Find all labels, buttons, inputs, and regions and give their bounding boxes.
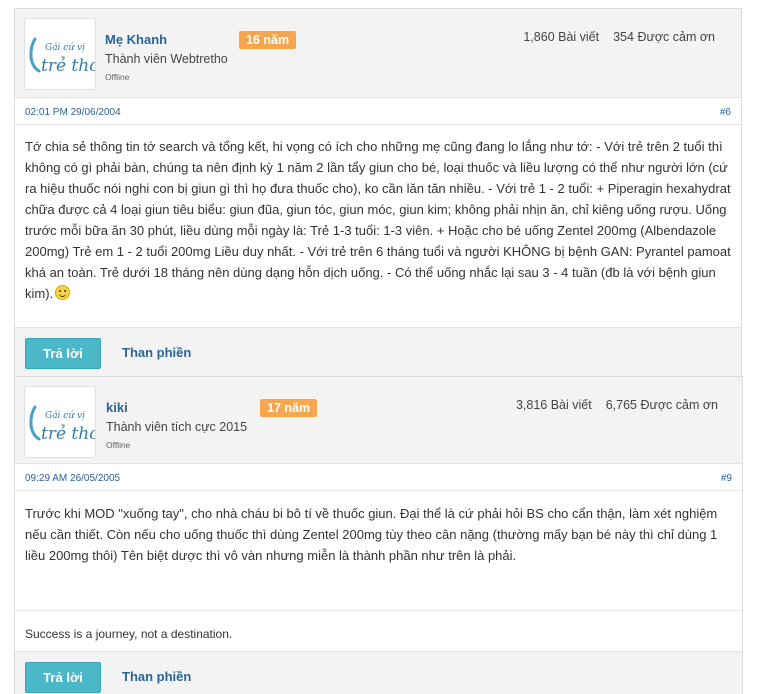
post-header: Gái cứ vị trẻ thơ Mẹ Khanh 16 năm Thành … (15, 9, 741, 98)
avatar[interactable]: Gái cứ vị trẻ thơ (24, 386, 96, 458)
post-text: Trước khi MOD "xuống tay", cho nhà cháu … (25, 506, 718, 563)
user-rank: Thành viên tích cực 2015 (106, 420, 248, 434)
username[interactable]: kiki (106, 400, 128, 415)
post-content: Tớ chia sẻ thông tin tớ search và tổng k… (25, 136, 731, 304)
reply-button[interactable]: Trả lời (25, 338, 101, 369)
webtretho-logo-icon: Gái cứ vị trẻ thơ (29, 405, 96, 444)
online-status: Offline (106, 440, 131, 450)
post-footer: Trả lời Than phiền (15, 651, 742, 694)
post-meta-bar: 02:01 PM 29/06/2004 #6 (15, 99, 741, 125)
reply-button[interactable]: Trả lời (25, 662, 101, 693)
online-status: Offline (105, 72, 130, 82)
report-button[interactable]: Than phiền (122, 669, 191, 684)
post-number-link[interactable]: #6 (720, 107, 731, 118)
svg-text:trẻ thơ: trẻ thơ (41, 424, 96, 444)
post-header: Gái cứ vị trẻ thơ kiki 17 năm Thành viên… (15, 377, 742, 464)
user-signature: Success is a journey, not a destination. (25, 627, 233, 641)
webtretho-logo-icon: Gái cứ vị trẻ thơ (29, 37, 96, 76)
thanks-count: 354 Được cảm ơn (613, 30, 715, 44)
post-count: 1,860 Bài viết (523, 30, 600, 44)
post-number-link[interactable]: #9 (721, 473, 732, 484)
svg-text:Gái cứ vị: Gái cứ vị (45, 42, 85, 53)
svg-text:Gái cứ vị: Gái cứ vị (45, 410, 85, 421)
user-stats: 1,860 Bài viết 354 Được cảm ơn (523, 30, 715, 44)
post-6: Gái cứ vị trẻ thơ Mẹ Khanh 16 năm Thành … (14, 8, 742, 380)
smiley-icon (55, 285, 71, 300)
avatar[interactable]: Gái cứ vị trẻ thơ (24, 18, 96, 90)
post-content: Trước khi MOD "xuống tay", cho nhà cháu … (25, 503, 732, 566)
post-date: 02:01 PM 29/06/2004 (25, 107, 121, 118)
signature-divider (15, 610, 742, 611)
svg-text:trẻ thơ: trẻ thơ (41, 56, 96, 76)
post-date: 09:29 AM 26/05/2005 (25, 473, 121, 484)
report-button[interactable]: Than phiền (122, 345, 191, 360)
user-stats: 3,816 Bài viết 6,765 Được cảm ơn (516, 398, 718, 412)
member-years-badge: 17 năm (260, 399, 318, 417)
post-footer: Trả lời Than phiền (15, 327, 741, 379)
post-9: Gái cứ vị trẻ thơ kiki 17 năm Thành viên… (14, 376, 743, 694)
user-rank: Thành viên Webtretho (105, 52, 228, 66)
post-count: 3,816 Bài viết (515, 398, 592, 412)
username[interactable]: Mẹ Khanh (105, 32, 167, 47)
post-text: Tớ chia sẻ thông tin tớ search và tổng k… (25, 139, 731, 301)
thanks-count: 6,765 Được cảm ơn (605, 398, 718, 412)
post-meta-bar: 09:29 AM 26/05/2005 #9 (15, 465, 742, 491)
member-years-badge: 16 năm (239, 31, 297, 49)
